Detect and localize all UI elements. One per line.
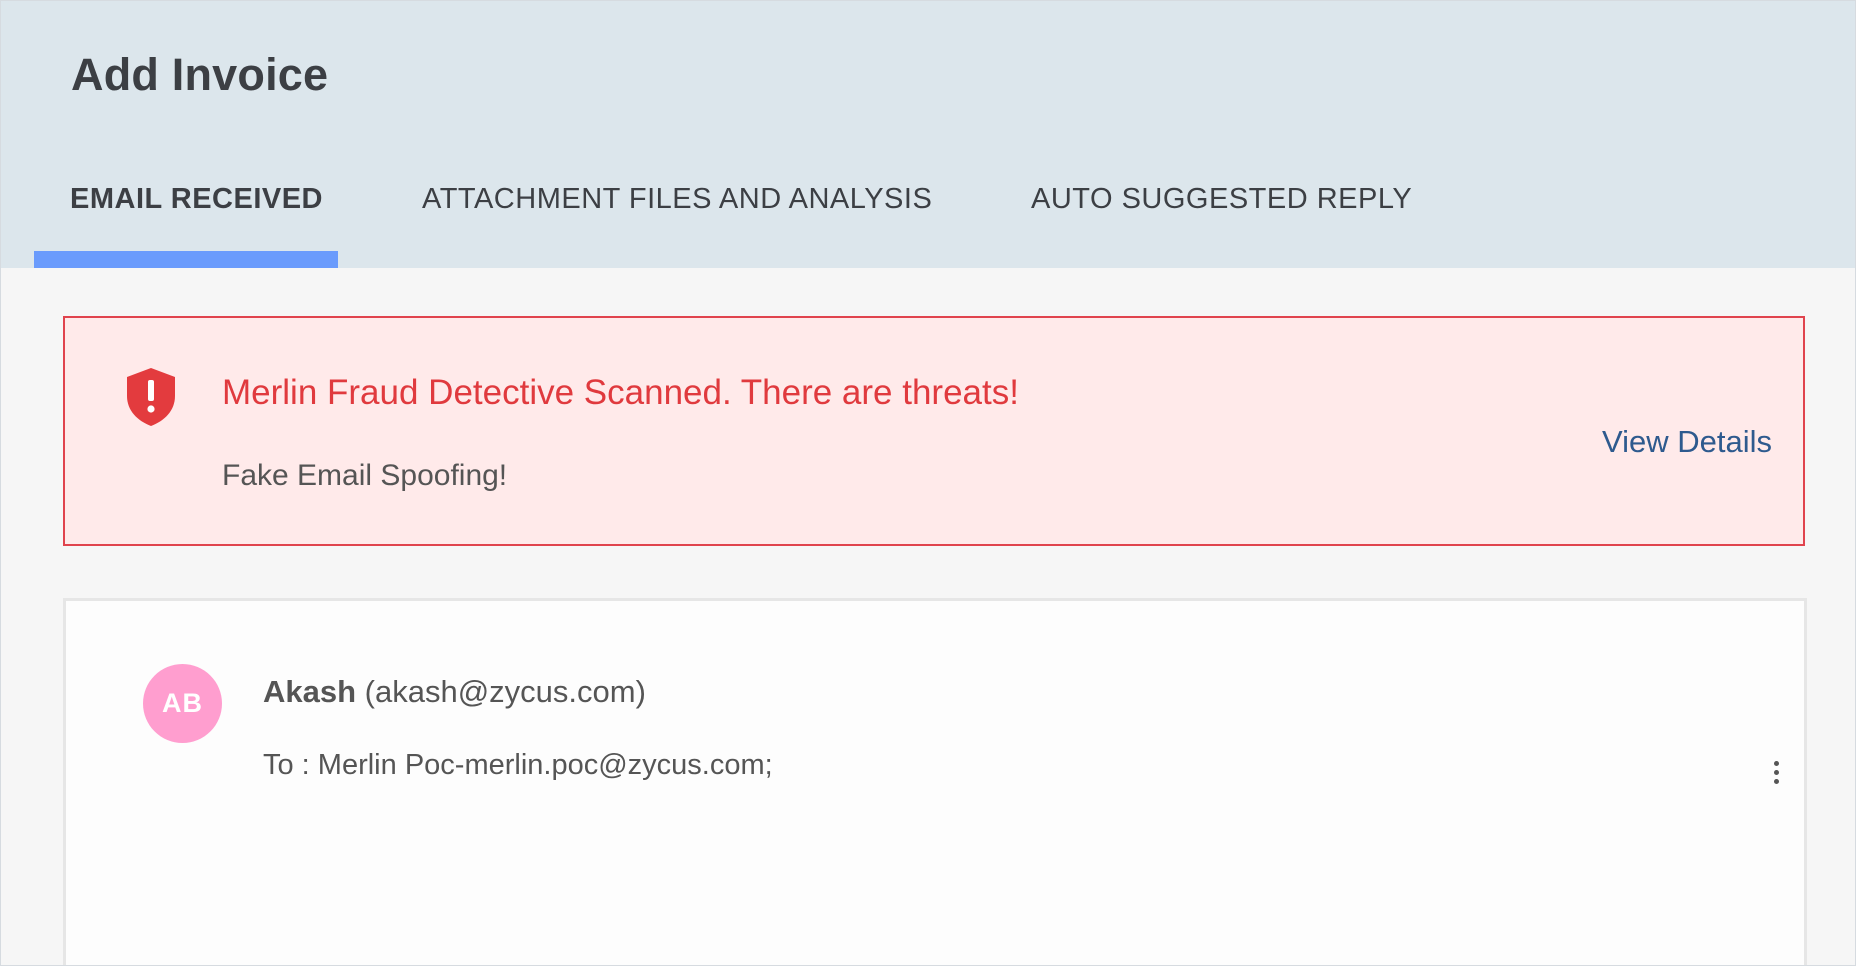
page-title: Add Invoice	[71, 49, 329, 100]
sender-line: Akash (akash@zycus.com)	[263, 674, 646, 710]
fraud-alert-banner: Merlin Fraud Detective Scanned. There ar…	[63, 316, 1805, 546]
alert-title: Merlin Fraud Detective Scanned. There ar…	[222, 373, 1019, 412]
view-details-link[interactable]: View Details	[1602, 424, 1772, 460]
app-window: Add Invoice EMAIL RECEIVED ATTACHMENT FI…	[0, 0, 1856, 966]
more-vertical-icon[interactable]	[1768, 761, 1784, 793]
page-header: Add Invoice EMAIL RECEIVED ATTACHMENT FI…	[1, 1, 1855, 268]
email-card: AB Akash (akash@zycus.com) To : Merlin P…	[63, 598, 1807, 965]
tab-bar: EMAIL RECEIVED ATTACHMENT FILES AND ANAL…	[1, 171, 1855, 268]
shield-alert-icon	[127, 368, 175, 426]
active-tab-indicator	[34, 251, 338, 268]
recipients-line: To : Merlin Poc-merlin.poc@zycus.com;	[263, 749, 773, 781]
avatar: AB	[143, 664, 222, 743]
tab-email-received[interactable]: EMAIL RECEIVED	[70, 183, 323, 216]
sender-email: (akash@zycus.com)	[364, 674, 646, 709]
sender-name: Akash	[263, 674, 357, 709]
tab-auto-suggested-reply[interactable]: AUTO SUGGESTED REPLY	[1031, 183, 1412, 216]
tab-attachment-files-and-analysis[interactable]: ATTACHMENT FILES AND ANALYSIS	[422, 183, 932, 216]
alert-detail: Fake Email Spoofing!	[222, 459, 508, 492]
